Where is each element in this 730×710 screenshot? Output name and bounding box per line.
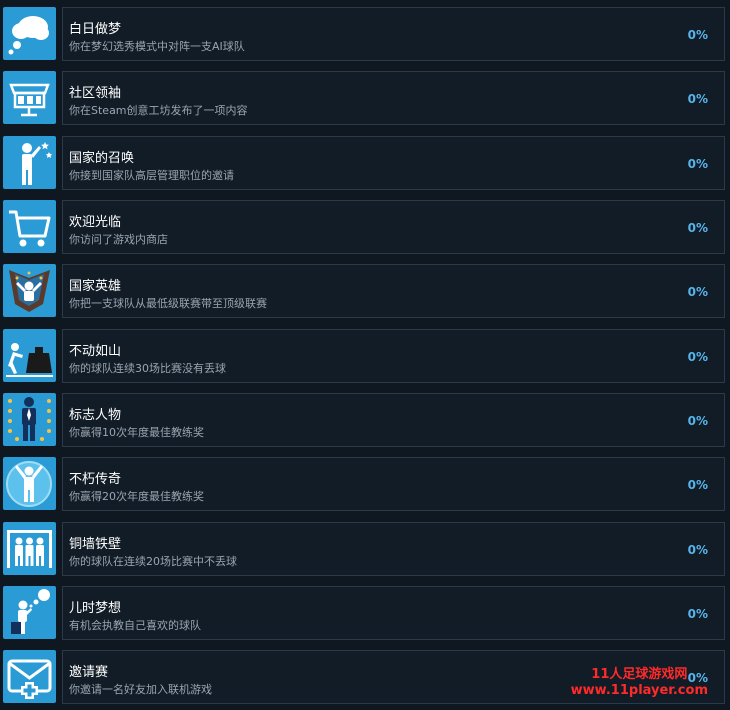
achievement-row[interactable]: 铜墙铁壁 你的球队在连续20场比赛中不丢球 0% xyxy=(0,522,730,578)
achievement-title: 不动如山 xyxy=(69,344,122,359)
achievement-percent: 0% xyxy=(687,221,708,235)
weight-push-icon xyxy=(3,329,56,382)
achievement-title: 白日做梦 xyxy=(69,22,122,37)
achievement-panel: 社区领袖 你在Steam创意工坊发布了一项内容 0% xyxy=(62,71,725,125)
workshop-stall-icon xyxy=(3,71,56,124)
achievement-percent: 0% xyxy=(687,285,708,299)
achievement-row[interactable]: 社区领袖 你在Steam创意工坊发布了一项内容 0% xyxy=(0,71,730,127)
achievement-panel: 国家的召唤 你接到国家队高层管理职位的邀请 0% xyxy=(62,136,725,190)
watermark-line1: 11人足球游戏网 xyxy=(591,667,688,682)
achievement-title: 国家的召唤 xyxy=(69,151,135,166)
achievement-row[interactable]: 不动如山 你的球队连续30场比赛没有丢球 0% xyxy=(0,329,730,385)
achievement-row[interactable]: 白日做梦 你在梦幻选秀模式中对阵一支AI球队 0% xyxy=(0,7,730,63)
achievement-percent: 0% xyxy=(687,28,708,42)
achievement-description: 你赢得20次年度最佳教练奖 xyxy=(69,490,204,503)
achievement-percent: 0% xyxy=(687,607,708,621)
shopping-cart-icon xyxy=(3,200,56,253)
achievement-title: 儿时梦想 xyxy=(69,601,122,616)
suited-figure-stars-icon xyxy=(3,393,56,446)
achievement-description: 你邀请一名好友加入联机游戏 xyxy=(69,683,212,696)
achievement-percent: 0% xyxy=(687,350,708,364)
achievement-panel: 国家英雄 你把一支球队从最低级联赛带至顶级联赛 0% xyxy=(62,264,725,318)
defensive-wall-icon xyxy=(3,522,56,575)
achievement-description: 你的球队在连续20场比赛中不丢球 xyxy=(69,555,237,568)
achievement-panel: 不动如山 你的球队连续30场比赛没有丢球 0% xyxy=(62,329,725,383)
achievement-row[interactable]: 欢迎光临 你访问了游戏内商店 0% xyxy=(0,200,730,256)
achievement-description: 你把一支球队从最低级联赛带至顶级联赛 xyxy=(69,297,267,310)
celebrating-figure-icon xyxy=(3,457,56,510)
achievement-panel: 标志人物 你赢得10次年度最佳教练奖 0% xyxy=(62,393,725,447)
achievement-panel: 铜墙铁壁 你的球队在连续20场比赛中不丢球 0% xyxy=(62,522,725,576)
achievement-title: 社区领袖 xyxy=(69,86,122,101)
achievement-panel: 不朽传奇 你赢得20次年度最佳教练奖 0% xyxy=(62,457,725,511)
achievement-percent: 0% xyxy=(687,414,708,428)
achievement-row[interactable]: 儿时梦想 有机会执教自己喜欢的球队 0% xyxy=(0,586,730,642)
achievement-percent: 0% xyxy=(687,478,708,492)
hero-cape-icon xyxy=(3,264,56,317)
achievement-description: 你访问了游戏内商店 xyxy=(69,233,168,246)
achievement-description: 你赢得10次年度最佳教练奖 xyxy=(69,426,204,439)
achievement-panel: 白日做梦 你在梦幻选秀模式中对阵一支AI球队 0% xyxy=(62,7,725,61)
thought-bubble-icon xyxy=(3,7,56,60)
achievement-row[interactable]: 不朽传奇 你赢得20次年度最佳教练奖 0% xyxy=(0,457,730,513)
dreaming-child-icon xyxy=(3,586,56,639)
achievement-title: 铜墙铁壁 xyxy=(69,537,122,552)
achievement-description: 你在梦幻选秀模式中对阵一支AI球队 xyxy=(69,40,245,53)
achievement-title: 邀请赛 xyxy=(69,665,109,680)
achievement-description: 你的球队连续30场比赛没有丢球 xyxy=(69,362,226,375)
achievement-title: 国家英雄 xyxy=(69,279,122,294)
achievement-panel: 儿时梦想 有机会执教自己喜欢的球队 0% xyxy=(62,586,725,640)
achievement-description: 你在Steam创意工坊发布了一项内容 xyxy=(69,104,248,117)
achievement-title: 标志人物 xyxy=(69,408,122,423)
achievement-title: 欢迎光临 xyxy=(69,215,122,230)
watermark-line2: www.11player.com xyxy=(570,683,708,698)
achievement-row[interactable]: 标志人物 你赢得10次年度最佳教练奖 0% xyxy=(0,393,730,449)
salute-person-icon xyxy=(3,136,56,189)
achievement-percent: 0% xyxy=(687,157,708,171)
achievement-description: 有机会执教自己喜欢的球队 xyxy=(69,619,201,632)
achievement-panel: 欢迎光临 你访问了游戏内商店 0% xyxy=(62,200,725,254)
achievement-description: 你接到国家队高层管理职位的邀请 xyxy=(69,169,234,182)
achievement-percent: 0% xyxy=(687,92,708,106)
achievement-row[interactable]: 国家的召唤 你接到国家队高层管理职位的邀请 0% xyxy=(0,136,730,192)
achievement-title: 不朽传奇 xyxy=(69,472,122,487)
achievement-percent: 0% xyxy=(687,543,708,557)
envelope-plus-icon xyxy=(3,650,56,703)
achievement-row[interactable]: 国家英雄 你把一支球队从最低级联赛带至顶级联赛 0% xyxy=(0,264,730,320)
watermark: 11人足球游戏网 www.11player.com xyxy=(571,667,708,699)
